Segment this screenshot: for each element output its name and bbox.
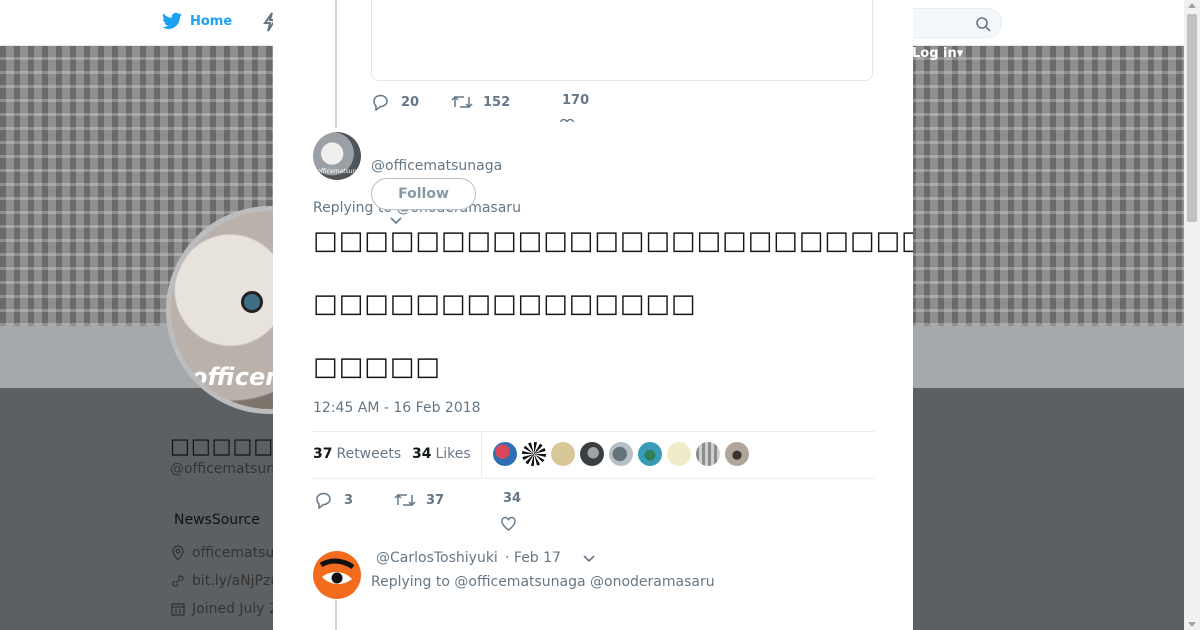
tweet-text-line-3: □□□□□ — [313, 352, 441, 382]
reply-author-handle[interactable]: @CarlosToshiyuki — [376, 550, 498, 566]
tweet-permalink-modal: 20 152 170 officematsunaga @officematsun… — [273, 0, 913, 630]
search-box[interactable] — [900, 8, 1002, 38]
login-dropdown[interactable]: Log in▾ — [912, 46, 963, 61]
profile-list-label[interactable]: NewsSource — [174, 512, 260, 528]
location-pin-icon — [172, 545, 184, 561]
liker-avatar[interactable] — [522, 442, 546, 466]
liker-avatar[interactable] — [609, 442, 633, 466]
reply-icon — [316, 492, 331, 509]
eye-logo-icon — [319, 558, 355, 585]
reply-count: 3 — [344, 492, 354, 508]
stats-divider — [481, 432, 482, 478]
retweet-action[interactable]: 37 — [394, 491, 444, 509]
likes-label: Likes — [435, 446, 471, 462]
retweet-icon — [451, 95, 473, 109]
liker-avatar[interactable] — [667, 442, 691, 466]
caret-down-icon: ▾ — [956, 46, 964, 61]
reply-thread-line — [335, 600, 337, 630]
reply-action[interactable]: 3 — [314, 491, 353, 509]
liker-avatar[interactable] — [696, 442, 720, 466]
profile-link[interactable]: bit.ly/aNjPzu — [170, 573, 279, 589]
retweet-icon — [394, 493, 416, 507]
retweets-stat[interactable]: 37 Retweets — [313, 446, 401, 462]
liker-avatar[interactable] — [493, 442, 517, 466]
tweet-stats-bar: 37 Retweets 34 Likes — [313, 431, 874, 479]
liker-avatar[interactable] — [638, 442, 662, 466]
link-text[interactable]: bit.ly/aNjPzu — [192, 573, 279, 589]
like-count: 34 — [503, 491, 522, 506]
previous-tweet-media-card[interactable] — [371, 0, 873, 81]
tweet-text-line-1: □□□□□□□□□□□□□□□□□□□□□□□□□□□□□□□□□□ — [313, 226, 913, 256]
page-scrollbar[interactable] — [1184, 0, 1200, 630]
calendar-icon — [171, 603, 185, 616]
prev-heart-icon[interactable] — [559, 118, 575, 122]
prev-like-action[interactable]: 170 — [562, 93, 589, 108]
avatar-caption: officematsunaga — [317, 168, 361, 175]
retweets-label: Retweets — [336, 446, 402, 462]
scroll-down-arrow-icon[interactable] — [1188, 622, 1196, 627]
likes-count: 34 — [412, 446, 432, 462]
nav-home-link[interactable]: Home — [162, 12, 232, 30]
scroll-up-arrow-icon[interactable] — [1188, 3, 1196, 8]
liker-avatar[interactable] — [725, 442, 749, 466]
follow-button[interactable]: Follow — [371, 178, 476, 210]
tweet-author-avatar[interactable]: officematsunaga — [313, 132, 361, 180]
twitter-bird-icon — [162, 12, 182, 29]
tweet-text-line-2: □□□□□□□□□□□□□□□ — [313, 289, 697, 319]
thread-line — [335, 0, 337, 128]
liker-avatars — [493, 442, 749, 466]
prev-retweet-action[interactable]: 152 — [451, 93, 510, 111]
link-icon — [172, 575, 184, 587]
close-modal-icon[interactable] — [1154, 12, 1180, 38]
reply-chevron-down-icon[interactable] — [582, 554, 596, 564]
reply-date[interactable]: · Feb 17 — [505, 550, 561, 566]
prev-reply-count: 20 — [401, 94, 420, 110]
prev-reply-action[interactable]: 20 — [371, 93, 419, 111]
like-count-wrap[interactable]: 34 — [503, 491, 521, 506]
cat-eye — [241, 291, 263, 313]
profile-joined: Joined July 2 — [170, 601, 278, 617]
chevron-down-icon[interactable] — [389, 216, 403, 226]
heart-icon[interactable] — [500, 516, 517, 532]
prev-like-count: 170 — [562, 93, 590, 108]
replying-users[interactable]: @officematsunaga @onoderamasaru — [454, 574, 714, 590]
joined-text: Joined July 2 — [192, 601, 278, 617]
reply-author-avatar[interactable] — [313, 551, 361, 599]
replying-prefix: Replying to — [371, 574, 450, 590]
scrollbar-thumb[interactable] — [1187, 14, 1197, 222]
reply-replying-to: Replying to @officematsunaga @onoderamas… — [371, 574, 715, 590]
tweet-timestamp[interactable]: 12:45 AM - 16 Feb 2018 — [313, 400, 481, 416]
reply-icon — [373, 94, 388, 111]
likes-stat[interactable]: 34 Likes — [412, 446, 471, 462]
liker-avatar[interactable] — [580, 442, 604, 466]
prev-retweet-count: 152 — [483, 94, 511, 110]
retweet-count: 37 — [426, 492, 445, 508]
retweets-count: 37 — [313, 446, 333, 462]
login-label: Log in — [912, 46, 957, 61]
liker-avatar[interactable] — [551, 442, 575, 466]
search-icon — [976, 17, 991, 32]
tweet-author-handle[interactable]: @officematsunaga — [371, 158, 502, 174]
nav-home-label: Home — [190, 13, 233, 29]
